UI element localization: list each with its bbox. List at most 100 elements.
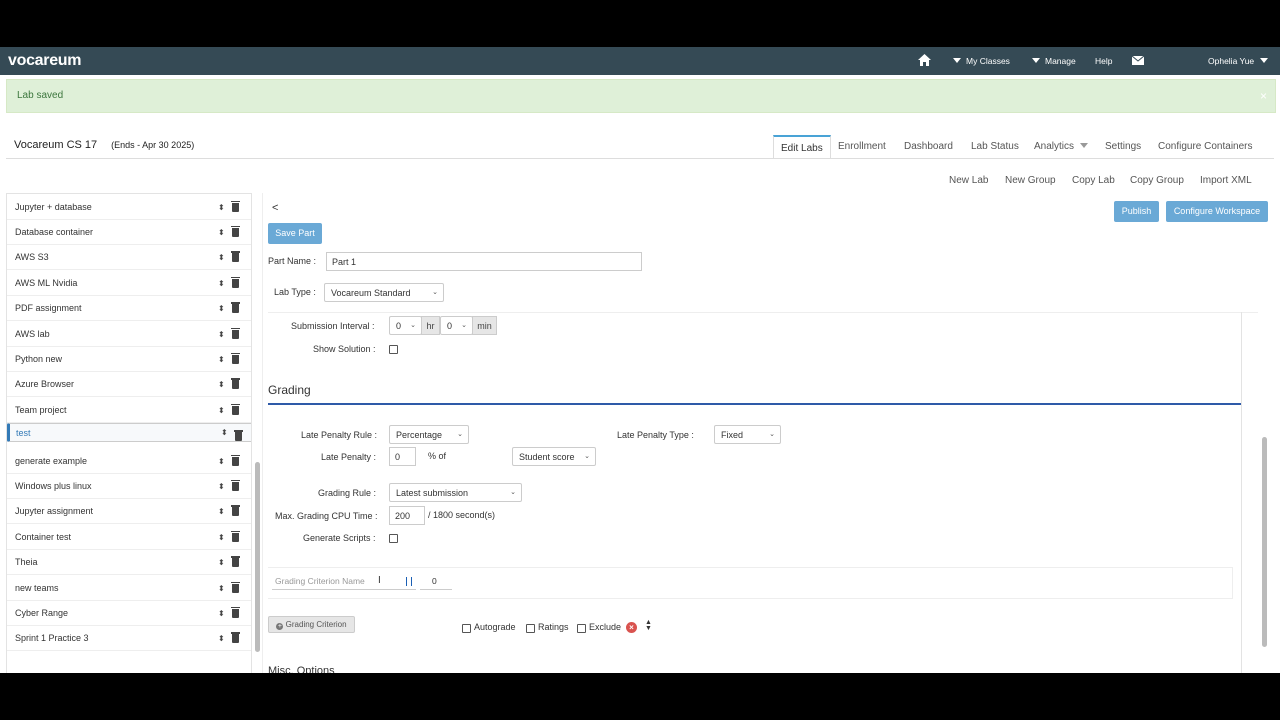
hours-select[interactable]: 0 ⌄ (389, 316, 422, 335)
trash-icon[interactable] (231, 581, 240, 593)
reorder-icon[interactable]: ⬍ (218, 195, 225, 220)
close-icon[interactable]: × (1260, 80, 1267, 112)
sidebar-item[interactable]: Python new ⬍ (7, 347, 251, 372)
exclude-checkbox[interactable] (577, 624, 586, 633)
sidebar-scrollbar[interactable] (255, 462, 260, 652)
trash-icon[interactable] (231, 606, 240, 618)
reorder-icon[interactable]: ⬍ (218, 525, 225, 550)
trash-icon[interactable] (231, 225, 240, 237)
sidebar-item[interactable]: AWS ML Nvidia ⬍ (7, 271, 251, 296)
autograde-checkbox[interactable] (462, 624, 471, 633)
reorder-icon[interactable]: ⬍ (218, 245, 225, 270)
sidebar-item[interactable]: Sprint 1 Practice 3 ⬍ (7, 626, 251, 652)
late-penalty-type-select[interactable]: Fixed ⌄ (714, 425, 781, 444)
tab-edit-labs[interactable]: Edit Labs (773, 135, 831, 159)
sidebar-item[interactable]: Windows plus linux ⬍ (7, 474, 251, 499)
copy-group-link[interactable]: Copy Group (1130, 175, 1184, 186)
sidebar-item[interactable]: Cyber Range ⬍ (7, 601, 251, 626)
tab-dashboard[interactable]: Dashboard (904, 135, 953, 158)
reorder-icon[interactable]: ⬍ (218, 626, 225, 651)
help-link[interactable]: Help (1095, 47, 1112, 75)
part-name-input[interactable]: Part 1 (326, 252, 642, 271)
trash-icon[interactable] (231, 327, 240, 339)
ratings-checkbox[interactable] (526, 624, 535, 633)
trash-icon[interactable] (231, 479, 240, 491)
publish-button[interactable]: Publish (1114, 201, 1159, 222)
sidebar-item[interactable]: Azure Browser ⬍ (7, 372, 251, 398)
reorder-icon[interactable]: ⬍ (218, 220, 225, 245)
save-part-button[interactable]: Save Part (268, 223, 322, 244)
reorder-icon[interactable]: ⬍ (218, 322, 225, 347)
resize-handle-icon[interactable] (406, 577, 412, 586)
sidebar-item[interactable]: Team project ⬍ (7, 398, 251, 423)
trash-icon[interactable] (231, 378, 240, 390)
reorder-icon[interactable]: ⬍ (218, 372, 225, 397)
sidebar-item[interactable]: Jupyter + database ⬍ (7, 195, 251, 220)
lab-type-select[interactable]: Vocareum Standard ⌄ (324, 283, 444, 302)
criterion-points-input[interactable]: 0 (420, 573, 452, 590)
tab-enrollment[interactable]: Enrollment (838, 135, 886, 158)
tab-configure-containers[interactable]: Configure Containers (1158, 135, 1253, 158)
sidebar-item[interactable]: Container test ⬍ (7, 525, 251, 550)
sidebar-item[interactable]: test ⬍ (7, 423, 251, 443)
grading-rule-select[interactable]: Latest submission ⌄ (389, 483, 522, 502)
sidebar-item[interactable]: PDF assignment ⬍ (7, 296, 251, 322)
trash-icon[interactable] (231, 352, 240, 364)
home-icon[interactable] (918, 47, 931, 75)
user-menu[interactable]: Ophelia Yue (1208, 47, 1273, 75)
remove-criterion-icon[interactable]: × (626, 622, 637, 633)
back-button[interactable]: < (272, 202, 278, 214)
trash-icon[interactable] (234, 430, 243, 442)
configure-workspace-button[interactable]: Configure Workspace (1166, 201, 1268, 222)
trash-icon[interactable] (231, 276, 240, 288)
sort-icon[interactable]: ▲ ▼ (645, 619, 652, 632)
manage-menu[interactable]: Manage (1032, 47, 1076, 75)
trash-icon[interactable] (231, 200, 240, 212)
cpu-time-input[interactable]: 200 (389, 506, 425, 525)
trash-icon[interactable] (231, 505, 240, 517)
sidebar-item[interactable]: AWS lab ⬍ (7, 322, 251, 347)
trash-icon[interactable] (231, 530, 240, 542)
reorder-icon[interactable]: ⬍ (218, 474, 225, 499)
sidebar-item[interactable]: Database container ⬍ (7, 220, 251, 245)
reorder-icon[interactable]: ⬍ (218, 499, 225, 524)
reorder-icon[interactable]: ⬍ (218, 550, 225, 575)
add-grading-criterion-button[interactable]: + Grading Criterion (268, 616, 355, 633)
criterion-name-input[interactable]: Grading Criterion Name I (272, 573, 416, 590)
import-xml-link[interactable]: Import XML (1200, 175, 1252, 186)
late-penalty-rule-select[interactable]: Percentage ⌄ (389, 425, 469, 444)
reorder-icon[interactable]: ⬍ (218, 601, 225, 626)
trash-icon[interactable] (231, 556, 240, 568)
new-group-link[interactable]: New Group (1005, 175, 1056, 186)
reorder-icon[interactable]: ⬍ (218, 271, 225, 296)
reorder-icon[interactable]: ⬍ (221, 424, 228, 442)
late-penalty-input[interactable]: 0 (389, 447, 416, 466)
sidebar-item[interactable]: AWS S3 ⬍ (7, 245, 251, 271)
sidebar-item[interactable]: Theia ⬍ (7, 550, 251, 576)
student-score-select[interactable]: Student score ⌄ (512, 447, 596, 466)
trash-icon[interactable] (231, 454, 240, 466)
trash-icon[interactable] (231, 251, 240, 263)
main-scrollbar[interactable] (1262, 437, 1267, 647)
reorder-icon[interactable]: ⬍ (218, 296, 225, 321)
tab-lab-status[interactable]: Lab Status (971, 135, 1019, 158)
show-solution-checkbox[interactable] (389, 345, 398, 354)
reorder-icon[interactable]: ⬍ (218, 449, 225, 474)
reorder-icon[interactable]: ⬍ (218, 576, 225, 601)
reorder-icon[interactable]: ⬍ (218, 347, 225, 372)
sidebar-item[interactable]: new teams ⬍ (7, 576, 251, 601)
trash-icon[interactable] (231, 403, 240, 415)
new-lab-link[interactable]: New Lab (949, 175, 988, 186)
my-classes-menu[interactable]: My Classes (953, 47, 1010, 75)
trash-icon[interactable] (231, 632, 240, 644)
tab-analytics[interactable]: Analytics (1034, 135, 1093, 158)
copy-lab-link[interactable]: Copy Lab (1072, 175, 1115, 186)
sidebar-item[interactable]: generate example ⬍ (7, 449, 251, 474)
tab-settings[interactable]: Settings (1105, 135, 1141, 158)
minutes-select[interactable]: 0 ⌄ (440, 316, 473, 335)
reorder-icon[interactable]: ⬍ (218, 398, 225, 423)
generate-scripts-checkbox[interactable] (389, 534, 398, 543)
trash-icon[interactable] (231, 302, 240, 314)
mail-icon[interactable] (1131, 47, 1145, 75)
sidebar-item[interactable]: Jupyter assignment ⬍ (7, 499, 251, 525)
